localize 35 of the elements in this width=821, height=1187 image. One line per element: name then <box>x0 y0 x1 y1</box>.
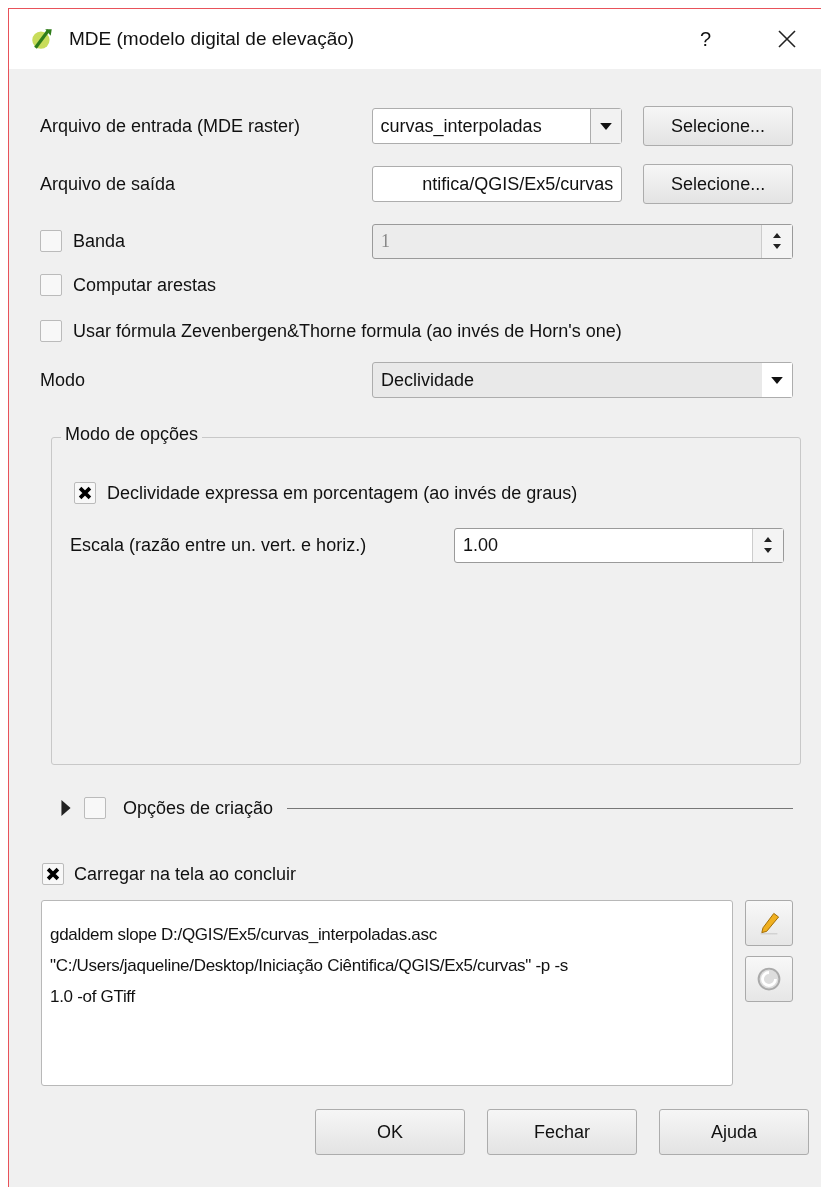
band-label: Banda <box>73 230 126 252</box>
collapsed-arrow-icon[interactable] <box>60 800 72 816</box>
output-file-label: Arquivo de saída <box>40 173 177 195</box>
scale-spinbox[interactable]: 1.00 <box>454 527 784 563</box>
creation-options-label[interactable]: Opções de criação <box>123 797 274 819</box>
checkbox[interactable] <box>42 863 64 885</box>
load-on-finish-label: Carregar na tela ao concluir <box>74 863 297 885</box>
checkbox[interactable] <box>40 274 62 296</box>
option-label: Declividade expressa em porcentagem (ao invés de graus) <box>107 482 578 504</box>
reset-icon <box>756 966 782 992</box>
dialog-button[interactable]: OK <box>315 1109 465 1155</box>
option-label: Computar arestas <box>73 274 217 296</box>
dropdown-arrow-icon <box>771 376 783 384</box>
select-button[interactable]: Selecione... <box>643 164 793 204</box>
checkbox[interactable] <box>84 797 106 819</box>
qgis-logo-icon <box>29 26 55 52</box>
mode-label: Modo <box>40 369 87 391</box>
group-title: Modo de opções <box>61 424 203 445</box>
mode-dropdown[interactable]: Declividade <box>372 362 793 398</box>
checkbox[interactable] <box>40 320 62 342</box>
command-text-area[interactable]: gdaldem slope D:/QGIS/Ex5/curvas_interpoladas.asc "C:/Users/jaqueline/Desktop/Iniciação Ciêntifica/QGIS/Ex5/curvas" -p -s 1.0 -of GTiff <box>41 900 733 1086</box>
scale-label: Escala (razão entre un. vert. e horiz.) <box>70 534 368 556</box>
help-button[interactable]: ? <box>699 27 711 51</box>
input-file-label: Arquivo de entrada (MDE raster) <box>40 115 302 137</box>
option-label: Usar fórmula Zevenbergen&Thorne formula (ao invés de Horn's one) <box>73 320 622 342</box>
output-file-field[interactable]: ntifica/QGIS/Ex5/curvas <box>371 166 623 202</box>
spin-arrows-icon[interactable] <box>752 528 783 562</box>
select-button[interactable]: Selecione... <box>643 106 793 146</box>
input-file-dropdown[interactable]: curvas_interpoladas <box>371 108 623 144</box>
dialog-button[interactable]: Ajuda <box>659 1109 809 1155</box>
dropdown-arrow-icon <box>600 122 613 130</box>
checkbox[interactable] <box>74 482 96 504</box>
window-title: MDE (modelo digital de elevação) <box>69 28 356 50</box>
dialog-button[interactable]: Fechar <box>487 1109 637 1155</box>
close-icon[interactable] <box>777 29 797 49</box>
